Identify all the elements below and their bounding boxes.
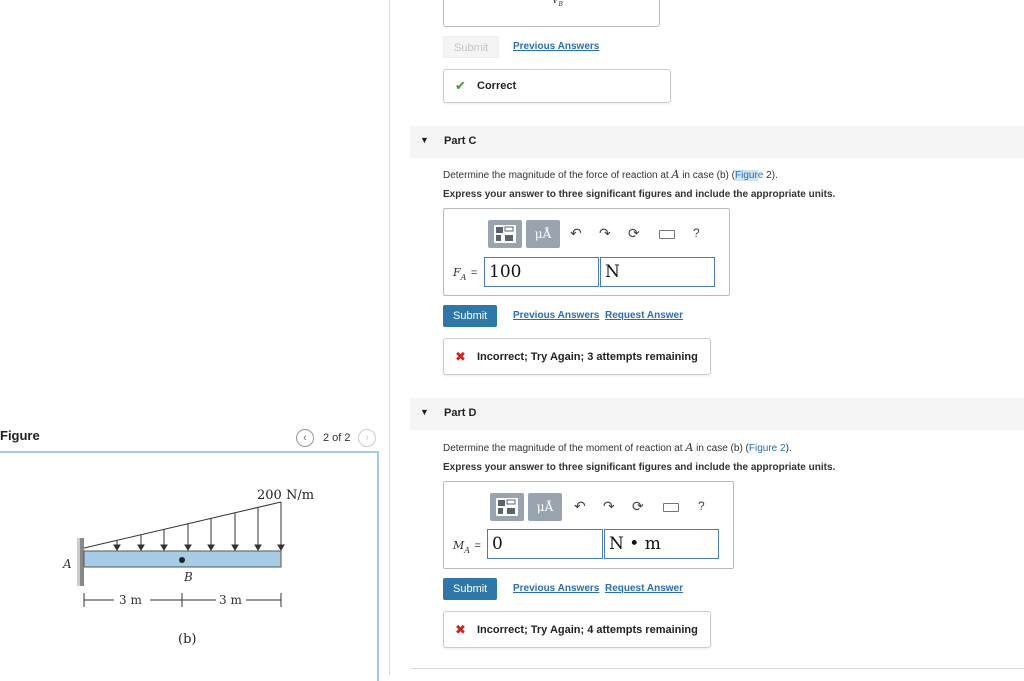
redo-icon[interactable]: ↷ [603, 498, 615, 515]
part-b-feedback: ✔ Correct [443, 69, 671, 103]
load-arrows [113, 502, 285, 551]
part-c-toolbar: μÅ ↶ ↷ ⟳ ? [488, 220, 718, 250]
part-c-instructions: Express your answer to three significant… [443, 189, 836, 200]
part-d-header[interactable]: ▼ Part D [410, 398, 1024, 430]
prev-figure-button[interactable]: ‹ [296, 429, 314, 447]
reset-icon[interactable]: ⟳ [628, 225, 640, 242]
wall-support [80, 538, 84, 586]
load-label: 200 N/m [257, 488, 314, 503]
keyboard-icon[interactable] [659, 230, 675, 239]
part-c-variable-label: FA = [453, 266, 478, 283]
checkmark-icon: ✔ [455, 78, 466, 93]
part-d-variable-label: MA = [453, 539, 481, 556]
part-c-feedback: ✖ Incorrect; Try Again; 3 attempts remai… [443, 338, 711, 375]
units-icon[interactable]: μÅ [526, 220, 560, 248]
beam-diagram: 200 N/m A B 3 m 3 m (b) [62, 488, 314, 647]
part-d-title: Part D [444, 407, 477, 419]
figure-2-link[interactable]: Figure 2 [749, 443, 786, 454]
part-c-previous-answers-link[interactable]: Previous Answers [513, 310, 599, 321]
part-b-previous-answers-link[interactable]: Previous Answers [513, 41, 599, 52]
pane-divider[interactable] [389, 0, 390, 675]
part-d-value-input[interactable]: 0 [487, 529, 603, 559]
figure-2-link[interactable]: Figure [735, 170, 763, 181]
chevron-left-icon: ‹ [303, 432, 307, 444]
caret-down-icon: ▼ [420, 407, 429, 417]
caret-down-icon: ▼ [420, 135, 429, 145]
point-b-label: B [183, 570, 193, 584]
part-c-unit-input[interactable]: N [600, 257, 715, 287]
templates-icon[interactable] [490, 493, 524, 521]
undo-icon[interactable]: ↶ [570, 225, 582, 242]
x-icon: ✖ [455, 348, 466, 364]
templates-icon[interactable] [488, 220, 522, 248]
figure-title: Figure [0, 428, 40, 443]
part-d-request-answer-link[interactable]: Request Answer [605, 583, 683, 594]
case-label: (b) [178, 632, 196, 647]
dimension-lines [83, 593, 282, 607]
part-b-answer-glyph: VB [552, 0, 563, 8]
next-figure-button[interactable]: › [358, 429, 376, 447]
part-c-request-answer-link[interactable]: Request Answer [605, 310, 683, 321]
units-icon[interactable]: μÅ [528, 493, 562, 521]
reset-icon[interactable]: ⟳ [632, 498, 644, 515]
help-icon[interactable]: ? [698, 499, 705, 513]
chevron-right-icon: › [365, 432, 369, 444]
dimension-right-label: 3 m [219, 593, 242, 607]
part-b-submit-button[interactable]: Submit [443, 36, 500, 58]
keyboard-icon[interactable] [663, 503, 679, 512]
part-c-submit-button[interactable]: Submit [443, 305, 498, 327]
x-icon: ✖ [455, 621, 466, 637]
redo-icon[interactable]: ↷ [599, 225, 611, 242]
load-line [83, 501, 282, 549]
part-d-previous-answers-link[interactable]: Previous Answers [513, 583, 599, 594]
part-d-instructions: Express your answer to three significant… [443, 462, 836, 473]
help-icon[interactable]: ? [693, 226, 700, 240]
part-c-value-input[interactable]: 100 [484, 257, 599, 287]
part-d-question: Determine the magnitude of the moment of… [443, 441, 792, 454]
undo-icon[interactable]: ↶ [574, 498, 586, 515]
part-d-feedback: ✖ Incorrect; Try Again; 4 attempts remai… [443, 611, 711, 648]
part-d-toolbar: μÅ ↶ ↷ ⟳ ? [490, 493, 720, 523]
section-divider [410, 668, 1024, 669]
part-c-question: Determine the magnitude of the force of … [443, 168, 778, 181]
part-d-submit-button[interactable]: Submit [443, 578, 498, 600]
part-c-title: Part C [444, 135, 477, 147]
part-d-unit-input[interactable]: N • m [604, 529, 719, 559]
part-c-header[interactable]: ▼ Part C [410, 126, 1024, 158]
support-label: A [62, 557, 72, 571]
figure-counter: 2 of 2 [323, 432, 351, 444]
point-b-marker [179, 557, 185, 563]
dimension-left-label: 3 m [119, 593, 142, 607]
